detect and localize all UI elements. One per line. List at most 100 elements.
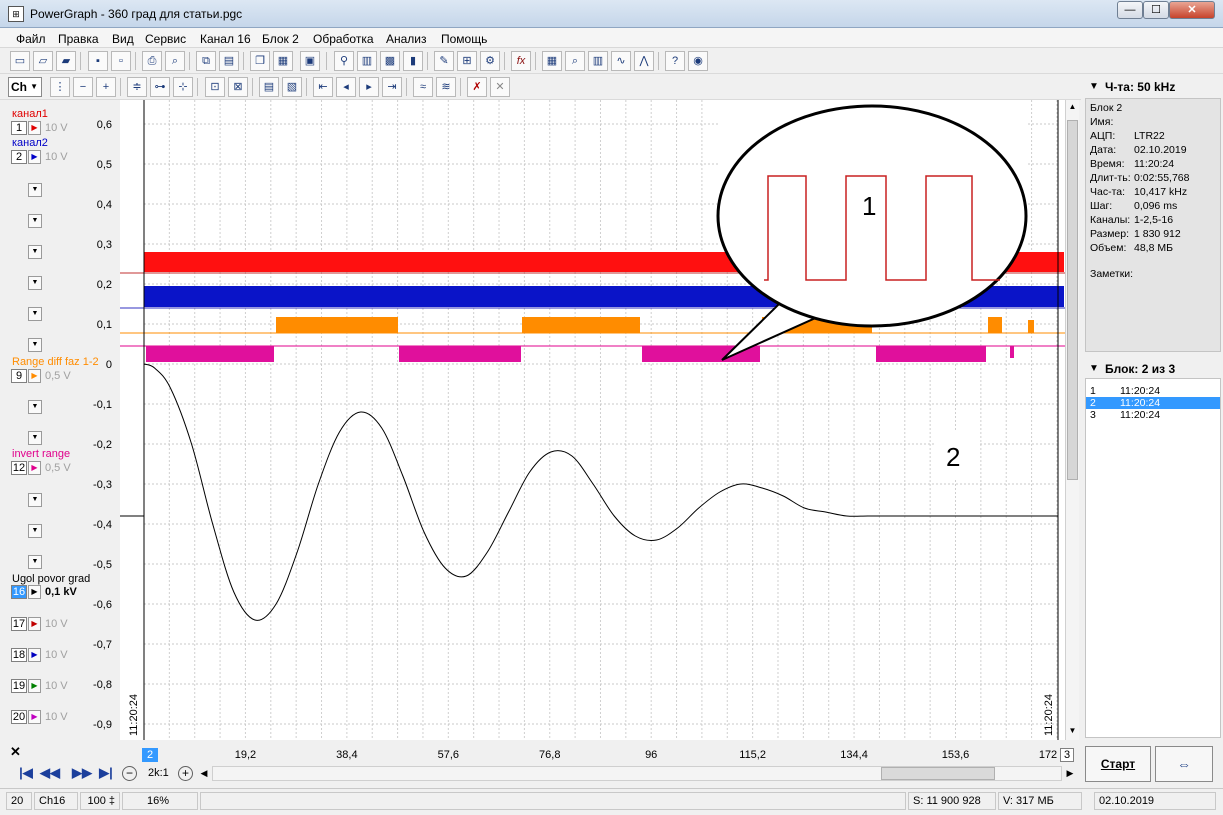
page-back-icon[interactable]: ◂ — [336, 77, 356, 97]
menu-analysis[interactable]: Анализ — [386, 32, 427, 46]
next-block-icon[interactable]: ▶▶ — [72, 764, 92, 782]
channel-select[interactable]: Ch ▼ — [8, 77, 42, 97]
block-list-item[interactable]: 2 11:20:24 — [1086, 397, 1220, 409]
save-icon[interactable]: ▪ — [88, 51, 108, 71]
channel-arrow-icon[interactable]: ▶ — [28, 679, 41, 693]
waveform-alt-icon[interactable]: ≋ — [436, 77, 456, 97]
scroll-right-icon[interactable]: ▶ — [1064, 766, 1076, 781]
open-icon[interactable]: ▱ — [33, 51, 53, 71]
help-icon[interactable]: ? — [665, 51, 685, 71]
save-as-icon[interactable]: ▫ — [111, 51, 131, 71]
align-vertical-icon[interactable]: ≑ — [127, 77, 147, 97]
vertical-scrollbar[interactable]: ▲ ▼ — [1065, 100, 1079, 740]
channel-number[interactable]: 12 — [11, 461, 27, 475]
block-list-item[interactable]: 1 11:20:24 — [1086, 385, 1220, 397]
waveform-icon[interactable]: ≈ — [413, 77, 433, 97]
block-list-item[interactable]: 3 11:20:24 — [1086, 409, 1220, 421]
zoom-out-icon[interactable]: − — [73, 77, 93, 97]
h-scroll-thumb[interactable] — [881, 767, 995, 780]
scroll-up-icon[interactable]: ▲ — [1067, 102, 1078, 114]
marker-icon[interactable]: ▤ — [259, 77, 279, 97]
graph-icon[interactable]: ∿ — [611, 51, 631, 71]
scroll-thumb[interactable] — [1067, 120, 1078, 480]
chevron-down-icon[interactable]: ▼ — [28, 431, 42, 445]
chevron-down-icon[interactable]: ▼ — [28, 524, 42, 538]
menu-service[interactable]: Сервис — [145, 32, 186, 46]
channel-number[interactable]: 16 — [11, 585, 27, 599]
menu-file[interactable]: Файл — [16, 32, 46, 46]
channel-number[interactable]: 18 — [11, 648, 27, 662]
frequency-header[interactable]: ▼ Ч-та: 50 kHz — [1085, 76, 1221, 98]
channel-number[interactable]: 9 — [11, 369, 27, 383]
plot-area[interactable]: 1 2 11:20:24 11:20:24 — [120, 100, 1065, 740]
filter-icon[interactable]: ✎ — [434, 51, 454, 71]
chevron-down-icon[interactable]: ▼ — [28, 245, 42, 259]
channel-arrow-icon[interactable]: ▶ — [28, 121, 41, 135]
go-end-icon[interactable]: ⇥ — [382, 77, 402, 97]
block-list[interactable]: 1 11:20:24 2 11:20:24 3 11:20:24 — [1085, 378, 1221, 738]
chevron-down-icon[interactable]: ▼ — [28, 307, 42, 321]
close-button[interactable]: ✕ — [1169, 1, 1215, 19]
maximize-button[interactable]: ☐ — [1143, 1, 1169, 19]
copy-block-icon[interactable]: ⧉ — [196, 51, 216, 71]
chevron-down-icon[interactable]: ▼ — [28, 555, 42, 569]
block-end-marker[interactable]: 3 — [1060, 748, 1074, 762]
align-horizontal-icon[interactable]: ⊶ — [150, 77, 170, 97]
delete-marker-icon[interactable]: ✗ — [467, 77, 487, 97]
channel-list-icon[interactable]: ⋮ — [50, 77, 70, 97]
statistics-icon[interactable]: ⊞ — [457, 51, 477, 71]
menu-help[interactable]: Помощь — [441, 32, 487, 46]
start-button[interactable]: Старт — [1085, 746, 1151, 782]
previous-block-icon[interactable]: ◀◀ — [40, 764, 60, 782]
overlay-icon[interactable]: ⊠ — [228, 77, 248, 97]
edit-icon[interactable]: ▮ — [403, 51, 423, 71]
connection-icon[interactable]: ⇔ — [1155, 746, 1213, 782]
properties-icon[interactable]: ▣ — [300, 51, 320, 71]
function-fx-icon[interactable]: fx — [511, 51, 531, 71]
channel-arrow-icon[interactable]: ▶ — [28, 461, 41, 475]
page-forward-icon[interactable]: ▸ — [359, 77, 379, 97]
channel-number[interactable]: 2 — [11, 150, 27, 164]
last-block-icon[interactable]: ▶| — [96, 764, 116, 782]
chevron-down-icon[interactable]: ▼ — [28, 400, 42, 414]
zoom-in-icon[interactable]: + — [96, 77, 116, 97]
go-start-icon[interactable]: ⇤ — [313, 77, 333, 97]
globe-icon[interactable]: ◉ — [688, 51, 708, 71]
settings-icon[interactable]: ▩ — [380, 51, 400, 71]
menu-processing[interactable]: Обработка — [313, 32, 374, 46]
search-icon[interactable]: ⌕ — [565, 51, 585, 71]
channel-arrow-icon[interactable]: ▶ — [28, 150, 41, 164]
marker-clear-icon[interactable]: ▧ — [282, 77, 302, 97]
chevron-down-icon[interactable]: ▼ — [28, 276, 42, 290]
minimize-button[interactable]: — — [1117, 1, 1143, 19]
channel-arrow-icon[interactable]: ▶ — [28, 585, 41, 599]
new-file-icon[interactable]: ▭ — [10, 51, 30, 71]
scroll-down-icon[interactable]: ▼ — [1067, 726, 1078, 738]
first-block-icon[interactable]: |◀ — [16, 764, 36, 782]
close-panel-icon[interactable]: ✕ — [10, 744, 21, 760]
block-start-marker[interactable]: 2 — [142, 748, 158, 762]
menu-block[interactable]: Блок 2 — [262, 32, 299, 46]
open-recent-icon[interactable]: ▰ — [56, 51, 76, 71]
chevron-down-icon[interactable]: ▼ — [28, 214, 42, 228]
scroll-left-icon[interactable]: ◀ — [198, 766, 210, 781]
copy-icon[interactable]: ❐ — [250, 51, 270, 71]
zoom-in-button[interactable]: + — [178, 766, 193, 781]
print-preview-icon[interactable]: ⌕ — [165, 51, 185, 71]
delete-all-icon[interactable]: ✕ — [490, 77, 510, 97]
channel-arrow-icon[interactable]: ▶ — [28, 710, 41, 724]
paste-block-icon[interactable]: ▤ — [219, 51, 239, 71]
zoom-icon[interactable]: ⚲ — [334, 51, 354, 71]
histogram-icon[interactable]: ▥ — [588, 51, 608, 71]
paste-icon[interactable]: ▦ — [273, 51, 293, 71]
menu-view[interactable]: Вид — [112, 32, 134, 46]
chevron-down-icon[interactable]: ▼ — [28, 338, 42, 352]
channel-number[interactable]: 19 — [11, 679, 27, 693]
menu-edit[interactable]: Правка — [58, 32, 99, 46]
channel-number[interactable]: 1 — [11, 121, 27, 135]
channel-number[interactable]: 17 — [11, 617, 27, 631]
table-icon[interactable]: ▦ — [542, 51, 562, 71]
chevron-down-icon[interactable]: ▼ — [28, 183, 42, 197]
h-scroll-track[interactable] — [212, 766, 1062, 781]
chart-icon[interactable]: ⋀ — [634, 51, 654, 71]
